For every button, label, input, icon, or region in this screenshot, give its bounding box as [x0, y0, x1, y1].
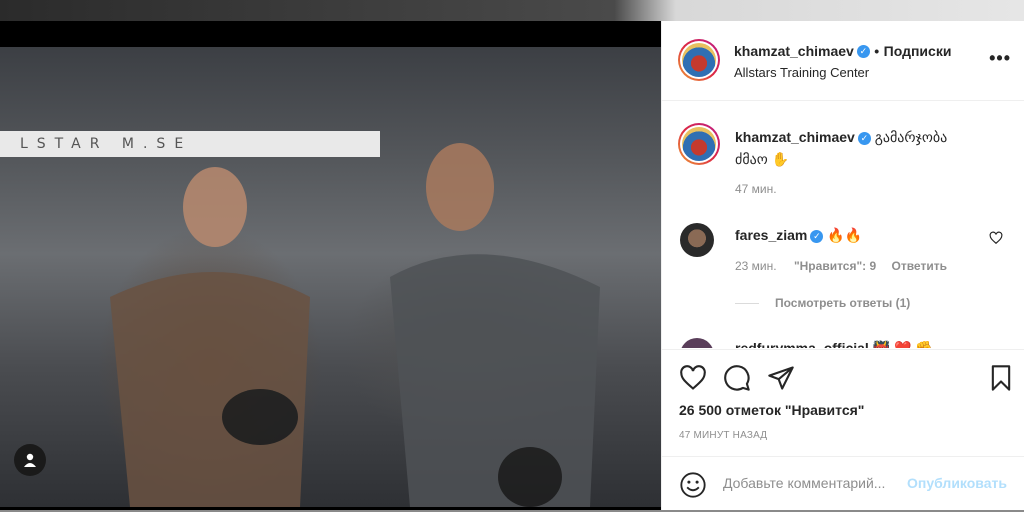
- heart-icon[interactable]: [679, 364, 707, 392]
- comment-username[interactable]: redfurymma_official: [735, 340, 869, 348]
- more-horizontal-icon[interactable]: •••: [989, 48, 1011, 69]
- author-username[interactable]: khamzat_chimaev: [734, 43, 854, 59]
- view-replies-label: Посмотреть ответы (1): [775, 296, 911, 310]
- post-timestamp[interactable]: 47 МИНУТ НАЗАД: [679, 430, 767, 441]
- comments-list[interactable]: khamzat_chimaev ✓ გამარჯობა ძმაო ✋ 47 мин…: [662, 101, 1024, 348]
- user-icon: [24, 453, 36, 467]
- send-icon[interactable]: [767, 364, 795, 392]
- verified-badge-icon: ✓: [810, 229, 824, 243]
- view-replies-button[interactable]: Посмотреть ответы (1): [735, 296, 910, 310]
- replies-divider: [735, 303, 759, 305]
- comment-input[interactable]: Добавьте комментарий...: [723, 475, 885, 491]
- post-sidebar: khamzat_chimaev ✓ • Подписки Allstars Tra…: [661, 21, 1024, 510]
- comment-text: 👹 ❤️ ✊: [872, 340, 933, 348]
- caption-text-block: khamzat_chimaev ✓ გამარჯობა ძმაო ✋: [735, 126, 965, 170]
- comment-meta: 23 мин. "Нравится": 9 Ответить: [735, 259, 947, 273]
- tagged-users-button[interactable]: [14, 444, 46, 476]
- comment-text-block: redfurymma_official 👹 ❤️ ✊: [735, 337, 933, 348]
- author-avatar[interactable]: [678, 39, 720, 81]
- comment-icon[interactable]: [723, 364, 751, 392]
- caption-username[interactable]: khamzat_chimaev: [735, 129, 855, 145]
- caption-time[interactable]: 47 мин.: [735, 182, 777, 196]
- photo-figures: [110, 143, 600, 507]
- post-actions: 26 500 отметок "Нравится" 47 МИНУТ НАЗАД…: [662, 349, 1024, 511]
- author-line: khamzat_chimaev ✓ • Подписки: [734, 43, 951, 61]
- comment-username[interactable]: fares_ziam: [735, 227, 807, 243]
- following-button[interactable]: Подписки: [884, 43, 952, 59]
- commenter-avatar[interactable]: [680, 223, 714, 257]
- verified-badge-icon: ✓: [856, 45, 870, 59]
- post-media[interactable]: LSTAR M.SE: [0, 21, 661, 510]
- reply-button[interactable]: Ответить: [892, 259, 947, 273]
- commenter-avatar[interactable]: [680, 338, 714, 348]
- bookmark-icon[interactable]: [987, 364, 1015, 392]
- likes-count[interactable]: 26 500 отметок "Нравится": [679, 402, 864, 418]
- smiley-icon[interactable]: [679, 471, 707, 499]
- caption-avatar[interactable]: [678, 123, 720, 165]
- comment-like-heart-icon[interactable]: [989, 231, 1003, 245]
- comment-text: 🔥🔥: [827, 227, 863, 243]
- publish-button[interactable]: Опубликовать: [907, 475, 1007, 491]
- browser-backdrop: [0, 0, 1024, 21]
- comment-text-block: fares_ziam ✓ 🔥🔥: [735, 224, 862, 246]
- separator-dot: •: [874, 43, 880, 59]
- comment-time[interactable]: 23 мин.: [735, 259, 777, 273]
- post-header: khamzat_chimaev ✓ • Подписки Allstars Tra…: [662, 21, 1024, 101]
- post-location[interactable]: Allstars Training Center: [734, 65, 869, 80]
- verified-badge-icon: ✓: [857, 131, 871, 145]
- comment-likes[interactable]: "Нравится": 9: [794, 259, 876, 273]
- comment-composer: Добавьте комментарий... Опубликовать: [662, 456, 1024, 512]
- post-photo: LSTAR M.SE: [0, 47, 661, 507]
